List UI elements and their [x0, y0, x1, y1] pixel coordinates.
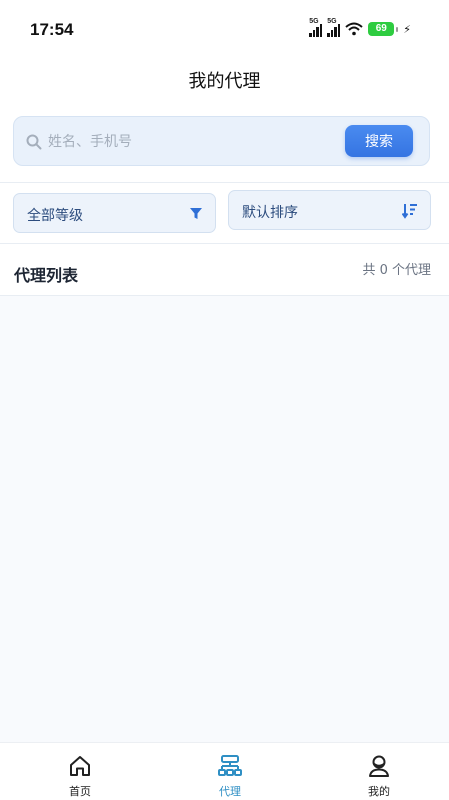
battery-icon: 69 — [368, 22, 399, 36]
agent-count: 共 0 个代理 — [362, 263, 431, 278]
sort-descending-icon — [402, 204, 417, 219]
agent-network-icon — [218, 755, 242, 776]
filter-bar: 全部等级 默认排序 — [0, 182, 449, 244]
tab-home[interactable]: 首页 — [30, 743, 130, 800]
wifi-icon — [345, 22, 363, 36]
search-area: 搜索 — [0, 112, 449, 182]
sort-order-select[interactable]: 默认排序 — [228, 190, 431, 230]
agent-list-title: 代理列表 — [14, 266, 79, 285]
bottom-tab-bar: 首页 代理 我的 — [0, 742, 449, 800]
search-box: 搜索 — [13, 116, 430, 166]
signal-network-label: 5G — [327, 18, 337, 25]
tab-agent-label: 代理 — [219, 785, 241, 798]
search-icon — [26, 134, 42, 150]
funnel-icon — [190, 208, 202, 219]
level-filter-label: 全部等级 — [27, 208, 83, 224]
agent-list — [0, 296, 449, 742]
home-icon — [70, 756, 90, 776]
charging-icon: ⚡ — [403, 22, 411, 36]
status-bar: 17:54 5G 5G 69 ⚡ — [0, 0, 449, 62]
level-filter-select[interactable]: 全部等级 — [13, 193, 216, 233]
search-input[interactable] — [48, 129, 338, 155]
agent-list-header: 代理列表 共 0 个代理 — [0, 244, 449, 296]
user-icon — [369, 755, 389, 777]
tab-mine-label: 我的 — [368, 785, 390, 798]
tab-home-label: 首页 — [69, 785, 91, 798]
battery-level: 69 — [368, 22, 395, 36]
status-time: 17:54 — [30, 20, 74, 39]
search-button[interactable]: 搜索 — [345, 125, 413, 157]
signal-network-label: 5G — [309, 18, 319, 25]
status-icons: 5G 5G 69 ⚡ — [309, 18, 411, 40]
page-header: 我的代理 — [0, 62, 449, 112]
cellular-signal-icon: 5G — [327, 18, 341, 37]
cellular-signal-icon: 5G — [309, 18, 323, 37]
sort-order-label: 默认排序 — [242, 205, 298, 221]
tab-agent[interactable]: 代理 — [180, 743, 280, 800]
page-title: 我的代理 — [188, 71, 261, 92]
tab-mine[interactable]: 我的 — [329, 743, 429, 800]
